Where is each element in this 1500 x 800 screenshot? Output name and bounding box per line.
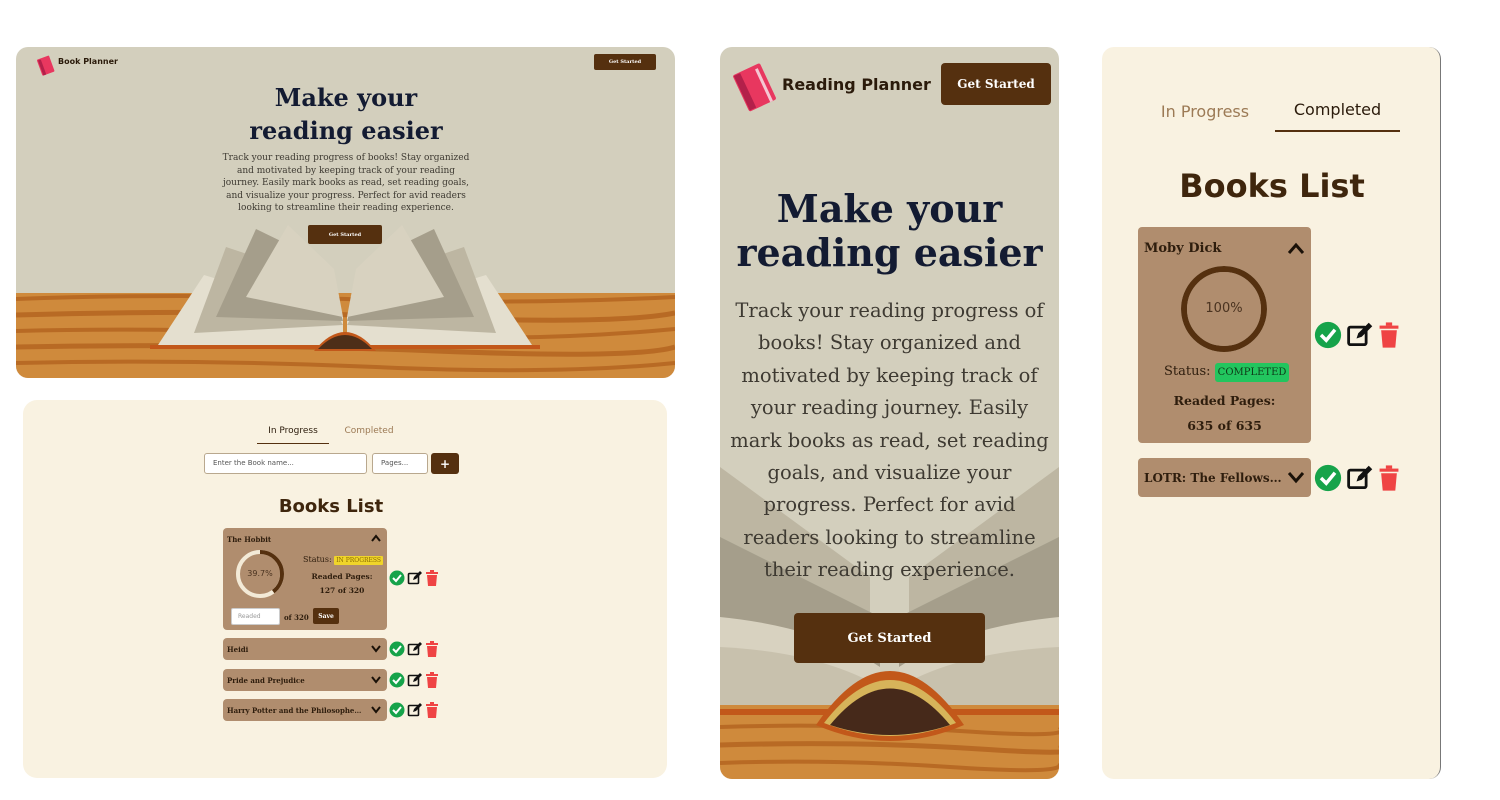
trash-icon[interactable] (425, 570, 439, 586)
chevron-down-icon[interactable] (371, 645, 381, 653)
book-row[interactable]: LOTR: The Fellowship of the Ring (1138, 458, 1311, 497)
desktop-books-panel: In Progress Completed Enter the Book nam… (23, 400, 667, 778)
status-row: Status: IN PROGRESS (303, 555, 383, 565)
edit-icon[interactable] (407, 570, 423, 586)
hero-title-line1: Make your (776, 186, 1003, 231)
books-list-title: Books List (1179, 167, 1365, 205)
book-row[interactable]: Harry Potter and the Philosopher's Stone (223, 699, 387, 721)
book-title: Heidi (227, 645, 249, 654)
hero-title: Make your reading easier (728, 187, 1051, 275)
edit-icon[interactable] (1345, 321, 1375, 349)
chevron-up-icon[interactable] (1288, 242, 1304, 254)
book-name-input[interactable]: Enter the Book name... (204, 453, 367, 474)
nav-get-started-button[interactable]: Get Started (941, 63, 1051, 105)
save-button[interactable]: Save (313, 608, 339, 624)
readed-pages-value: 635 of 635 (1187, 418, 1262, 433)
desktop-hero-panel: Book Planner Get Started Make your readi… (16, 47, 675, 378)
check-circle-icon[interactable] (389, 641, 405, 657)
mobile-books-panel: In Progress Completed Books List Moby Di… (1102, 47, 1441, 779)
check-circle-icon[interactable] (1314, 464, 1342, 492)
mobile-hero-panel: Reading Planner Get Started Make your re… (720, 47, 1059, 779)
hero-title-line2: reading easier (736, 230, 1043, 275)
book-actions (1314, 464, 1400, 492)
book-title: LOTR: The Fellowship of the Ring (1144, 471, 1284, 485)
progress-percentage: 100% (1205, 301, 1243, 316)
trash-icon[interactable] (425, 672, 439, 688)
hero-get-started-button[interactable]: Get Started (794, 613, 985, 663)
status-row: Status: COMPLETED (1164, 363, 1290, 382)
check-circle-icon[interactable] (389, 570, 405, 586)
readed-pages-label: Readed Pages: (1173, 393, 1276, 408)
trash-icon[interactable] (1378, 464, 1400, 492)
edit-icon[interactable] (407, 702, 423, 718)
hero-title: Make your reading easier (206, 81, 486, 147)
status-label: Status: (303, 555, 332, 564)
edit-icon[interactable] (407, 641, 423, 657)
nav-get-started-button[interactable]: Get Started (594, 54, 656, 70)
trash-icon[interactable] (425, 641, 439, 657)
status-badge: COMPLETED (1214, 363, 1290, 382)
book-actions (1314, 321, 1400, 349)
book-title: Pride and Prejudice (227, 676, 305, 685)
chevron-up-icon[interactable] (371, 534, 381, 542)
tab-in-progress[interactable]: In Progress (1158, 102, 1252, 132)
readed-pages-value: 127 of 320 (319, 586, 365, 595)
book-row[interactable]: Pride and Prejudice (223, 669, 387, 691)
book-icon (36, 55, 55, 76)
add-book-button[interactable]: + (431, 453, 459, 474)
edit-icon[interactable] (407, 672, 423, 688)
check-circle-icon[interactable] (389, 672, 405, 688)
readed-input[interactable]: Readed (231, 608, 280, 625)
hero-get-started-button[interactable]: Get Started (308, 225, 382, 244)
book-icon (733, 63, 776, 112)
hero-title-line2: reading easier (249, 116, 443, 145)
edit-icon[interactable] (1345, 464, 1375, 492)
check-circle-icon[interactable] (389, 702, 405, 718)
chevron-down-icon[interactable] (371, 706, 381, 714)
hero-title-line1: Make your (274, 83, 418, 112)
tab-in-progress[interactable]: In Progress (257, 426, 329, 444)
books-list-title: Books List (278, 496, 384, 517)
book-card-expanded: The Hobbit 39.7% Status: IN PROGRESS Rea… (223, 528, 387, 630)
brand-name[interactable]: Book Planner (58, 57, 118, 66)
chevron-down-icon[interactable] (371, 676, 381, 684)
tab-completed[interactable]: Completed (1275, 100, 1400, 132)
book-actions (389, 570, 439, 586)
brand-name[interactable]: Reading Planner (782, 75, 931, 94)
trash-icon[interactable] (1378, 321, 1400, 349)
book-actions (389, 702, 439, 718)
tab-completed[interactable]: Completed (341, 426, 397, 444)
progress-percentage: 39.7% (247, 569, 273, 578)
readed-pages-label: Readed Pages: (311, 572, 373, 581)
check-circle-icon[interactable] (1314, 321, 1342, 349)
book-title: Moby Dick (1144, 241, 1222, 256)
hero-description: Track your reading progress of books! St… (730, 299, 1049, 582)
pages-input[interactable]: Pages... (372, 453, 428, 474)
trash-icon[interactable] (425, 702, 439, 718)
book-title: Harry Potter and the Philosopher's Stone (227, 706, 365, 715)
status-badge: IN PROGRESS (334, 556, 383, 565)
book-title: The Hobbit (227, 535, 272, 544)
hero-description: Track your reading progress of books! St… (222, 153, 470, 214)
status-label: Status: (1164, 364, 1211, 379)
book-actions (389, 641, 439, 657)
book-actions (389, 672, 439, 688)
total-pages-label: of 320 (284, 613, 309, 622)
book-card-expanded: Moby Dick 100% Status: COMPLETED Readed … (1138, 227, 1311, 443)
book-row[interactable]: Heidi (223, 638, 387, 660)
chevron-down-icon[interactable] (1288, 472, 1304, 484)
